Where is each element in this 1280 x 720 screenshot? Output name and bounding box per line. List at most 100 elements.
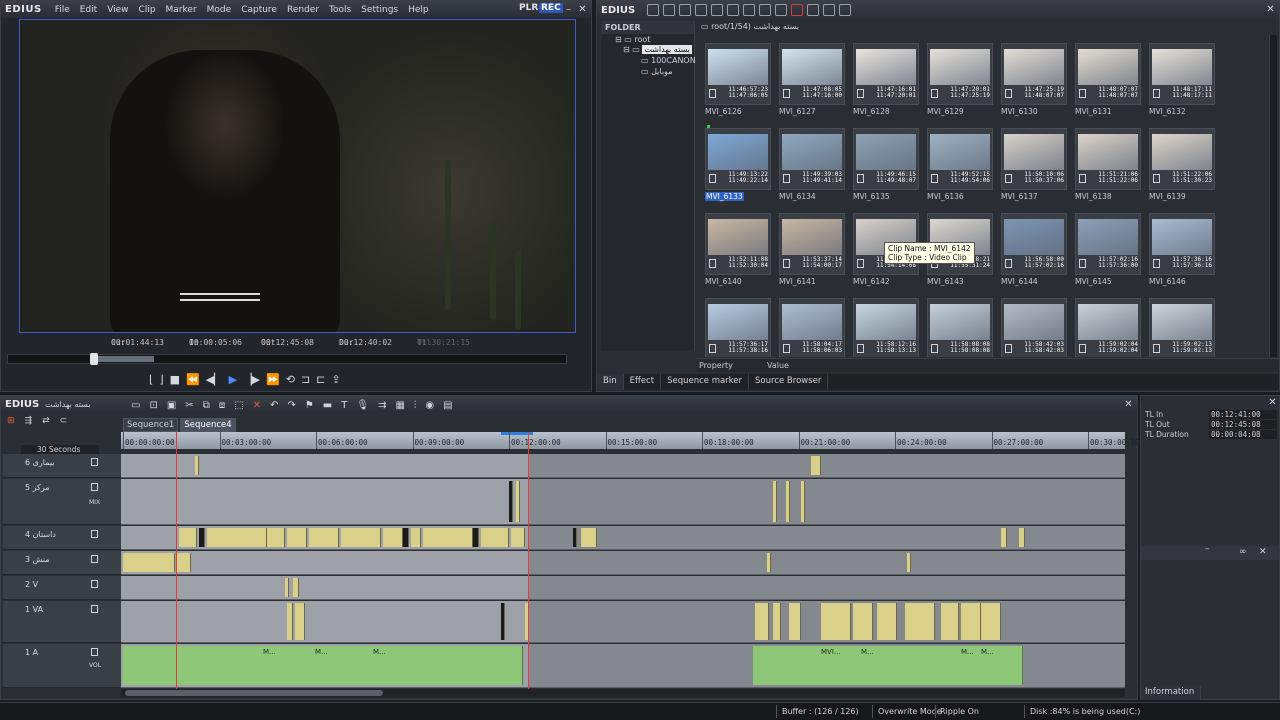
tree-root[interactable]: ⊟ ▭ root [615, 35, 650, 44]
insert-icon[interactable]: ⊐ [301, 373, 310, 386]
fast-forward-icon[interactable]: ⏩ [266, 373, 280, 386]
track-lock-icon[interactable] [91, 605, 98, 613]
timeline-clip[interactable] [755, 603, 769, 640]
tab-bin[interactable]: Bin [597, 374, 624, 390]
timeline-cursor[interactable] [176, 432, 177, 694]
copy-tool-icon[interactable]: ⧉ [203, 400, 210, 411]
title-icon[interactable] [711, 4, 724, 16]
paste-icon[interactable] [759, 4, 772, 16]
timeline-clip[interactable] [287, 528, 307, 547]
copy-icon[interactable] [743, 4, 756, 16]
timeline-clip[interactable] [789, 603, 801, 640]
cut-icon[interactable] [727, 4, 740, 16]
timeline-clip[interactable] [907, 553, 911, 572]
timeline-clip[interactable] [383, 528, 403, 547]
tab-effect[interactable]: Effect [624, 374, 662, 390]
new-sequence-icon[interactable]: ▭ [131, 400, 140, 411]
bin-clip[interactable]: 11:49:46:15 11:49:48:07 MVI_6135 [853, 124, 919, 204]
timeline-clip[interactable] [423, 528, 473, 547]
loop-icon[interactable]: ⟲ [286, 373, 295, 386]
replace-icon[interactable]: ⬚ [234, 400, 243, 411]
bin-clip[interactable]: 11:58:04:17 11:58:06:03 [779, 294, 845, 357]
track-lane[interactable] [121, 576, 1125, 600]
menu-tools[interactable]: Tools [324, 5, 356, 15]
bin-clip[interactable]: 11:47:08:05 11:47:16:00 MVI_6127 [779, 39, 845, 119]
mic-icon[interactable]: 🎙 [356, 400, 369, 411]
bin-clip[interactable]: 11:49:39:03 11:49:41:14 MVI_6134 [779, 124, 845, 204]
timeline-clip[interactable] [767, 553, 771, 572]
bin-clip[interactable]: 11:58:12:16 11:58:13:13 [853, 294, 919, 357]
timeline-hscroll[interactable] [121, 689, 1125, 697]
bin-clip[interactable]: 11:53:37:14 11:54:00:17 MVI_6141 [779, 209, 845, 289]
bin-vscroll[interactable] [1269, 35, 1277, 357]
info-close-icon[interactable]: ✕ [1267, 397, 1278, 408]
timeline-clip[interactable] [199, 528, 205, 547]
timeline-clip[interactable] [285, 578, 289, 597]
sort-icon[interactable] [839, 4, 852, 16]
timeline-clip[interactable] [195, 456, 199, 475]
timeline-clip[interactable] [207, 528, 267, 547]
timeline-clip[interactable] [1019, 528, 1025, 547]
menu-edit[interactable]: Edit [75, 5, 102, 15]
timeline-clip[interactable] [801, 481, 805, 522]
link-icon[interactable]: ∞ [1239, 547, 1247, 557]
timeline-clip[interactable] [293, 578, 299, 597]
bin-clip[interactable]: 11:57:36:17 11:57:38:16 [705, 294, 771, 357]
track-lane[interactable] [121, 551, 1125, 575]
timeline-clip[interactable] [853, 603, 873, 640]
bin-clip[interactable]: 11:56:58:00 11:57:02:16 MVI_6144 [1001, 209, 1067, 289]
bin-clip[interactable]: 11:47:16:01 11:47:20:01 MVI_6128 [853, 39, 919, 119]
folder-icon[interactable] [647, 4, 660, 16]
search-icon[interactable] [663, 4, 676, 16]
track-lock-icon[interactable] [91, 458, 98, 466]
up-folder-icon[interactable] [679, 4, 692, 16]
tree-folder-selected[interactable]: ⊟ ▭ بسته بهداشت [623, 45, 692, 54]
video-preview[interactable] [19, 19, 576, 333]
stop-icon[interactable]: ■ [170, 373, 180, 386]
track-header[interactable]: 6 بیماری [3, 454, 121, 478]
player-scrub-bar[interactable] [7, 353, 567, 365]
timeline-clip[interactable] [481, 528, 509, 547]
track-sync-icon[interactable]: ⇄ [42, 416, 50, 426]
track-lock-icon[interactable] [91, 648, 98, 656]
set-out-icon[interactable]: ⌋ [159, 373, 163, 386]
menu-settings[interactable]: Settings [356, 5, 403, 15]
paste-tool-icon[interactable]: ⧈ [219, 400, 225, 411]
timeline-clip[interactable] [941, 603, 959, 640]
track-snap-icon[interactable]: ⇶ [25, 416, 33, 426]
delete-icon[interactable] [791, 4, 804, 16]
bin-clip[interactable]: 11:51:22:06 11:51:30:23 MVI_6139 [1149, 124, 1215, 204]
timeline-clip[interactable] [573, 528, 577, 547]
timeline-clip[interactable] [773, 603, 781, 640]
delete-tool-icon[interactable]: ✕ [253, 400, 261, 411]
timeline-clip[interactable] [1001, 528, 1007, 547]
timeline-clip[interactable] [287, 603, 293, 640]
rewind-icon[interactable]: ⏪ [186, 373, 200, 386]
timeline-clip[interactable] [411, 528, 421, 547]
export-icon[interactable]: ⇪ [331, 373, 340, 386]
redo-icon[interactable]: ↷ [287, 400, 295, 411]
timeline-clip[interactable] [403, 528, 409, 547]
menu-marker[interactable]: Marker [161, 5, 202, 15]
timeline-clip[interactable] [177, 553, 191, 572]
tab-sequence4[interactable]: Sequence4 [180, 418, 236, 432]
record-icon[interactable]: ◉ [425, 400, 434, 411]
add-clip-icon[interactable] [695, 4, 708, 16]
timeline-clip[interactable] [877, 603, 897, 640]
bin-clip[interactable]: 11:49:52:15 11:49:54:06 MVI_6136 [927, 124, 993, 204]
bin-clip[interactable]: 11:47:25:19 11:48:07:07 MVI_6130 [1001, 39, 1067, 119]
scrub-handle[interactable] [90, 353, 98, 365]
bin-close-icon[interactable]: ✕ [1265, 4, 1276, 15]
track-lock-icon[interactable] [91, 580, 98, 588]
play-icon[interactable]: ▶ [229, 373, 237, 386]
track-header[interactable]: 3 منش [3, 551, 121, 575]
bin-clip[interactable]: 11:58:08:08 11:58:08:08 [927, 294, 993, 357]
step-forward-icon[interactable]: ▕▶ [243, 373, 260, 386]
menu-file[interactable]: File [50, 5, 75, 15]
cut-tool-icon[interactable]: ✂ [185, 400, 193, 411]
open-project-icon[interactable]: ⊡ [149, 400, 157, 411]
bin-clip[interactable]: 11:48:07:07 11:48:07:07 MVI_6131 [1075, 39, 1141, 119]
track-lock-icon[interactable] [91, 530, 98, 538]
timeline-clip[interactable] [509, 481, 513, 522]
settings-tool-icon[interactable]: ▤ [443, 400, 452, 411]
